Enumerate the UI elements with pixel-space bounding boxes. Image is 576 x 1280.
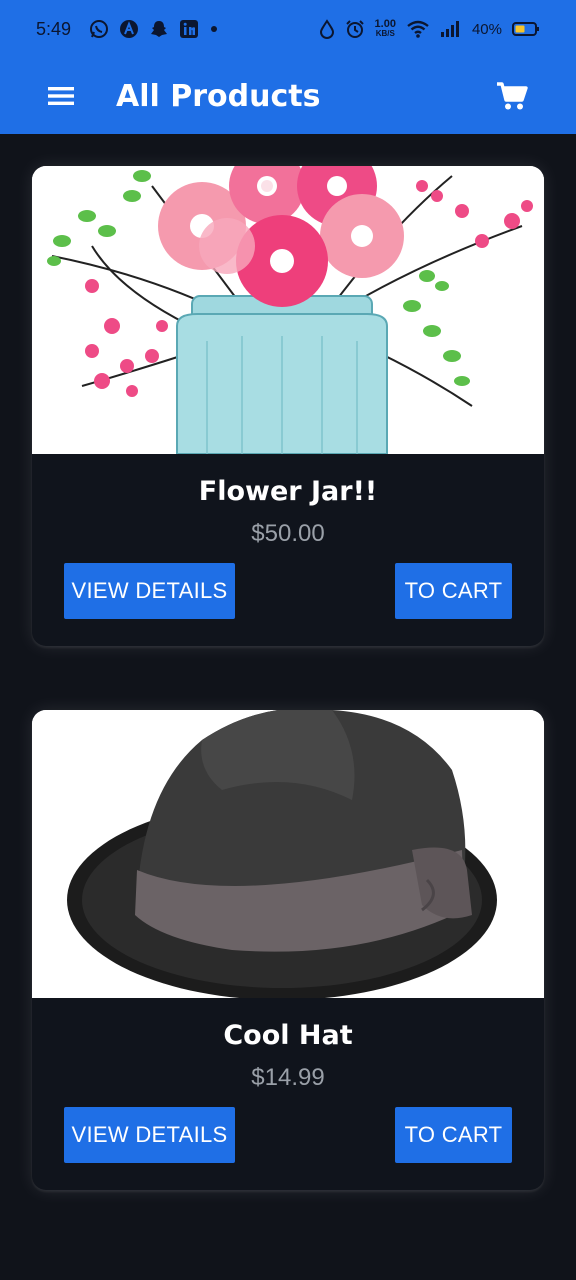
menu-icon[interactable] — [48, 85, 74, 107]
cart-icon[interactable] — [496, 81, 528, 111]
network-speed-unit: KB/S — [375, 29, 395, 38]
view-details-button[interactable]: VIEW DETAILS — [64, 1107, 235, 1163]
network-speed-value: 1.00 — [374, 18, 396, 30]
add-to-cart-button[interactable]: TO CART — [395, 1107, 512, 1163]
product-name: Cool Hat — [223, 1020, 353, 1051]
network-speed: 1.00 KB/S — [374, 18, 396, 39]
notification-dot-icon — [209, 24, 219, 34]
battery-percent: 40% — [471, 20, 502, 38]
status-time: 5:49 — [36, 18, 72, 39]
alarm-icon — [345, 19, 365, 39]
product-price: $14.99 — [251, 1064, 325, 1091]
product-image-cool-hat[interactable] — [32, 710, 544, 1000]
app-a-icon — [119, 19, 139, 39]
product-image-flower-jar[interactable] — [32, 166, 544, 455]
wifi-icon — [406, 19, 430, 39]
app-bar: 5:49 1.00 KB/S 40% All Products — [0, 0, 576, 134]
toolbar: All Products — [0, 58, 576, 134]
signal-icon — [440, 20, 462, 38]
product-card[interactable]: Cool Hat $14.99 VIEW DETAILS TO CART — [32, 710, 544, 1190]
status-bar: 5:49 1.00 KB/S 40% — [0, 0, 576, 58]
battery-icon — [512, 21, 540, 37]
page-title: All Products — [116, 78, 321, 114]
product-card[interactable]: Flower Jar!! $50.00 VIEW DETAILS TO CART — [32, 166, 544, 646]
whatsapp-icon — [89, 19, 109, 39]
linkedin-icon — [179, 19, 199, 39]
product-price: $50.00 — [251, 520, 325, 547]
view-details-button[interactable]: VIEW DETAILS — [64, 563, 235, 619]
data-saver-icon — [319, 19, 335, 39]
add-to-cart-button[interactable]: TO CART — [395, 563, 512, 619]
product-name: Flower Jar!! — [198, 476, 378, 507]
snapchat-icon — [149, 19, 169, 39]
